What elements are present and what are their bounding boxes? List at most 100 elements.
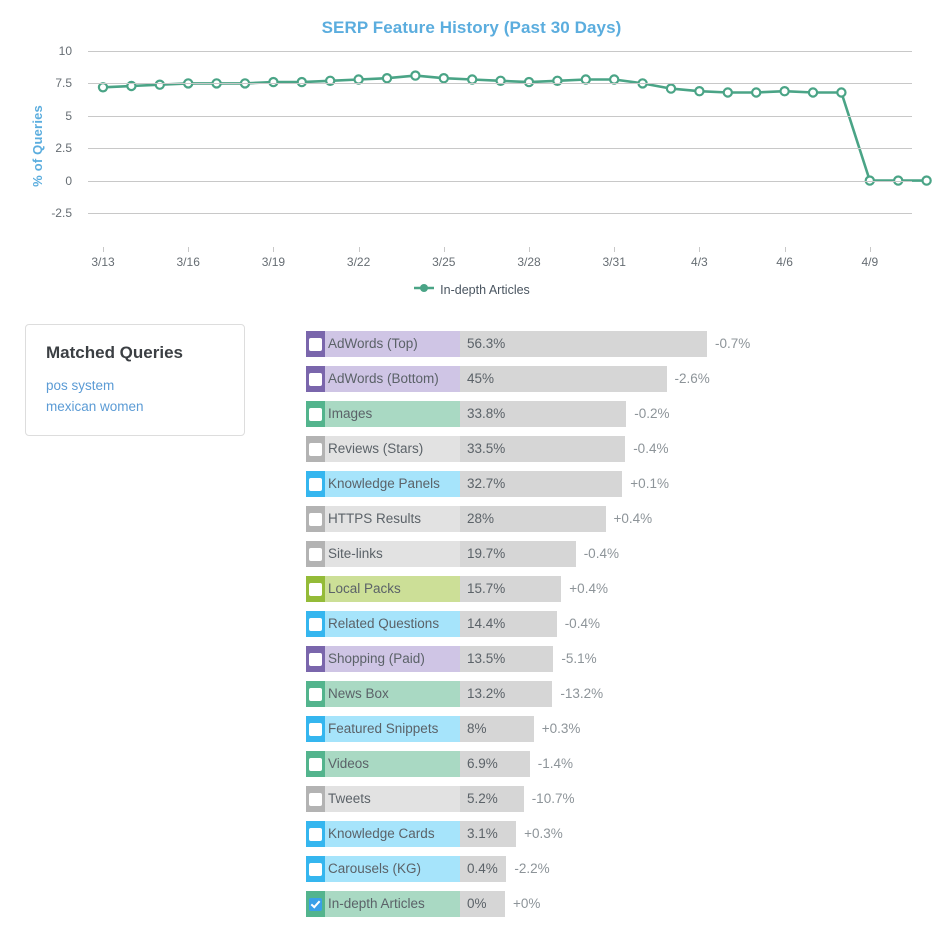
y-axis-tick-label: 5: [65, 108, 72, 123]
feature-label[interactable]: Featured Snippets: [306, 716, 460, 742]
x-axis-tick-label: 3/13: [91, 255, 115, 269]
data-point-marker: [779, 86, 790, 97]
feature-delta: -0.4%: [564, 616, 600, 632]
feature-checkbox[interactable]: [309, 617, 322, 631]
feature-checkbox[interactable]: [309, 442, 322, 456]
feature-checkbox[interactable]: [309, 757, 322, 771]
feature-checkbox[interactable]: [309, 897, 322, 911]
feature-label[interactable]: HTTPS Results: [306, 506, 460, 532]
feature-value: 8%: [467, 721, 487, 737]
y-axis-tick-label: 0: [65, 173, 72, 188]
feature-row[interactable]: News Box 13.2% -13.2%: [306, 681, 926, 707]
feature-checkbox[interactable]: [309, 407, 322, 421]
feature-row[interactable]: AdWords (Top) 56.3% -0.7%: [306, 331, 926, 357]
feature-row[interactable]: Related Questions 14.4% -0.4%: [306, 611, 926, 637]
feature-bar: 19.7%: [460, 541, 576, 567]
matched-query-link[interactable]: pos system: [46, 375, 224, 396]
feature-row[interactable]: Tweets 5.2% -10.7%: [306, 786, 926, 812]
feature-delta: -0.4%: [583, 546, 619, 562]
feature-label[interactable]: Knowledge Cards: [306, 821, 460, 847]
feature-checkbox[interactable]: [309, 477, 322, 491]
feature-label[interactable]: Related Questions: [306, 611, 460, 637]
feature-label[interactable]: Images: [306, 401, 460, 427]
feature-row[interactable]: AdWords (Bottom) 45% -2.6%: [306, 366, 926, 392]
feature-row[interactable]: Carousels (KG) 0.4% -2.2%: [306, 856, 926, 882]
y-axis-tick-label: 10: [58, 44, 72, 58]
feature-delta: +0.4%: [613, 511, 653, 527]
feature-row[interactable]: Videos 6.9% -1.4%: [306, 751, 926, 777]
feature-bar: 32.7%: [460, 471, 623, 497]
x-axis-tick-label: 3/25: [432, 255, 456, 269]
feature-checkbox[interactable]: [309, 337, 322, 351]
feature-label[interactable]: AdWords (Bottom): [306, 366, 460, 392]
data-point-marker: [296, 76, 307, 88]
feature-label[interactable]: Site-links: [306, 541, 460, 567]
feature-name: Shopping (Paid): [328, 651, 425, 667]
feature-checkbox[interactable]: [309, 687, 322, 701]
feature-row[interactable]: Shopping (Paid) 13.5% -5.1%: [306, 646, 926, 672]
feature-row[interactable]: Featured Snippets 8% +0.3%: [306, 716, 926, 742]
feature-checkbox[interactable]: [309, 722, 322, 736]
feature-delta: -0.7%: [715, 336, 751, 352]
x-axis-tick-label: 3/16: [176, 255, 200, 269]
feature-row[interactable]: Reviews (Stars) 33.5% -0.4%: [306, 436, 926, 462]
feature-value: 14.4%: [467, 616, 506, 632]
feature-name: News Box: [328, 686, 389, 702]
feature-label[interactable]: Tweets: [306, 786, 460, 812]
x-axis-tick-label: 3/31: [602, 255, 626, 269]
feature-row[interactable]: Knowledge Panels 32.7% +0.1%: [306, 471, 926, 497]
feature-label[interactable]: Videos: [306, 751, 460, 777]
feature-row[interactable]: Local Packs 15.7% +0.4%: [306, 576, 926, 602]
data-point-marker: [921, 175, 932, 186]
matched-queries-list: pos system mexican women: [46, 375, 224, 417]
x-axis-tick-label: 3/28: [517, 255, 541, 269]
feature-checkbox[interactable]: [309, 547, 322, 561]
feature-delta: +0.3%: [541, 721, 581, 737]
feature-label[interactable]: Knowledge Panels: [306, 471, 460, 497]
feature-checkbox[interactable]: [309, 512, 322, 526]
data-point-marker: [438, 73, 449, 84]
data-point-marker: [268, 76, 279, 88]
feature-checkbox[interactable]: [309, 652, 322, 666]
feature-checkbox[interactable]: [309, 372, 322, 386]
feature-bar: 28%: [460, 506, 606, 532]
data-point-marker: [751, 87, 762, 98]
feature-checkbox[interactable]: [309, 862, 322, 876]
feature-row[interactable]: Knowledge Cards 3.1% +0.3%: [306, 821, 926, 847]
feature-bar: 13.2%: [460, 681, 553, 707]
x-axis-tick-label: 4/3: [691, 255, 708, 269]
feature-row[interactable]: Images 33.8% -0.2%: [306, 401, 926, 427]
feature-label[interactable]: AdWords (Top): [306, 331, 460, 357]
data-point-marker: [97, 82, 109, 93]
feature-name: HTTPS Results: [328, 511, 422, 527]
feature-bar: 5.2%: [460, 786, 524, 812]
feature-delta: -5.1%: [561, 651, 597, 667]
feature-name: AdWords (Bottom): [328, 371, 439, 387]
y-axis-tick-label: 7.5: [55, 76, 72, 91]
feature-value: 32.7%: [467, 476, 506, 492]
feature-checkbox[interactable]: [309, 827, 322, 841]
feature-checkbox[interactable]: [309, 582, 322, 596]
chart-title: SERP Feature History (Past 30 Days): [321, 18, 622, 37]
feature-value: 56.3%: [467, 336, 506, 352]
feature-row[interactable]: Site-links 19.7% -0.4%: [306, 541, 926, 567]
feature-label[interactable]: Reviews (Stars): [306, 436, 460, 462]
data-point-marker: [694, 86, 705, 97]
feature-delta: +0.1%: [630, 476, 669, 492]
matched-query-link[interactable]: mexican women: [46, 396, 224, 417]
feature-label[interactable]: In-depth Articles: [306, 891, 460, 917]
feature-checkbox[interactable]: [309, 792, 322, 806]
feature-label[interactable]: Carousels (KG): [306, 856, 460, 882]
feature-value: 33.5%: [467, 441, 506, 457]
feature-label[interactable]: News Box: [306, 681, 460, 707]
feature-delta: -10.7%: [531, 791, 575, 807]
feature-value: 28%: [467, 511, 495, 527]
feature-bar: 0%: [460, 891, 505, 917]
x-axis-tick-mark: [614, 247, 616, 252]
x-axis-tick-mark: [358, 247, 360, 252]
feature-row[interactable]: In-depth Articles 0% +0%: [306, 891, 926, 917]
feature-label[interactable]: Shopping (Paid): [306, 646, 460, 672]
feature-value: 45%: [467, 371, 495, 387]
feature-label[interactable]: Local Packs: [306, 576, 460, 602]
feature-row[interactable]: HTTPS Results 28% +0.4%: [306, 506, 926, 532]
